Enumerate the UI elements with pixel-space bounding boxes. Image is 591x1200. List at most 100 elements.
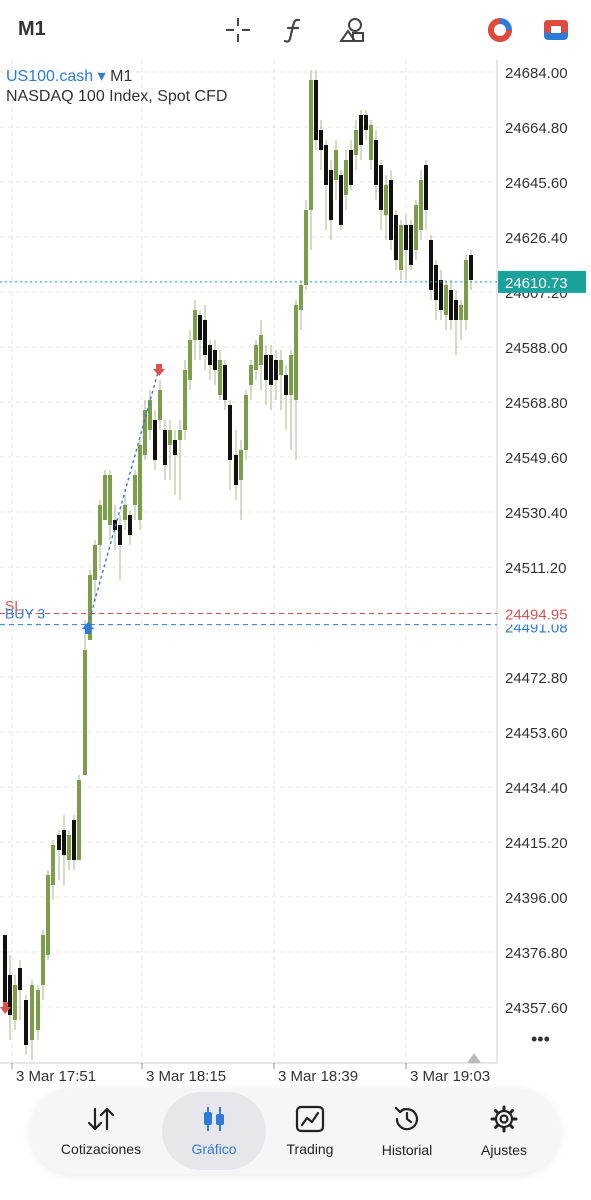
candle-body xyxy=(429,240,433,290)
price-tick-label: 24626.40 xyxy=(505,230,568,247)
bottom-navigation: Cotizaciones Gráfico Trading Historial A… xyxy=(30,1088,560,1174)
candle-body xyxy=(339,175,343,225)
nav-trading[interactable]: Trading xyxy=(266,1092,354,1170)
candle-body xyxy=(173,440,177,455)
current-price-label: 24610.73 xyxy=(505,275,568,292)
candle-body xyxy=(244,395,248,450)
price-tick-label: 24396.00 xyxy=(505,890,568,907)
candle-body xyxy=(178,430,182,440)
function-icon[interactable] xyxy=(276,12,312,48)
symbol-dropdown-icon[interactable]: ▾ xyxy=(98,68,106,85)
candle-body xyxy=(359,115,363,145)
price-tick-label: 24415.20 xyxy=(505,835,568,852)
symbol-description: NASDAQ 100 Index, Spot CFD xyxy=(6,88,228,105)
candle-body xyxy=(123,505,127,520)
candle-body xyxy=(188,340,192,380)
candle-body xyxy=(234,455,238,485)
quotes-icon xyxy=(87,1107,115,1131)
candle-body xyxy=(379,165,383,210)
candle-body xyxy=(274,360,278,380)
account-colors-icon[interactable] xyxy=(482,12,518,48)
candle-body xyxy=(118,525,122,545)
nav-settings[interactable]: Ajustes xyxy=(460,1092,548,1170)
chart-area[interactable]: SL BUY 3 24684.00 24664.80 24645.60 24626.40… xyxy=(0,60,591,1090)
candle-body xyxy=(409,225,413,265)
nav-history[interactable]: Historial xyxy=(360,1092,454,1170)
candle-body xyxy=(469,255,473,280)
candle-body xyxy=(329,170,333,220)
candle-body xyxy=(364,115,368,130)
buy-entry-arrow-icon xyxy=(82,622,94,634)
candle-body xyxy=(108,475,112,525)
trade-icon[interactable] xyxy=(538,12,574,48)
price-tick-label: 24549.60 xyxy=(505,450,568,467)
price-tick-label: 24434.40 xyxy=(505,780,568,797)
nav-chart-label: Gráfico xyxy=(191,1141,237,1157)
candle-body xyxy=(213,350,217,370)
candle-body xyxy=(304,210,308,285)
candle-body xyxy=(389,180,393,240)
buy-order-label: BUY 3 xyxy=(5,606,45,622)
symbol-timeframe: M1 xyxy=(110,68,133,85)
candle-body xyxy=(153,420,157,460)
history-icon xyxy=(394,1106,419,1131)
candle-body xyxy=(193,310,197,340)
candle-body xyxy=(13,985,17,1020)
candle-body xyxy=(354,130,358,155)
candle-body xyxy=(62,830,66,855)
candle-body xyxy=(439,280,443,310)
price-tick-label: 24684.00 xyxy=(505,65,568,82)
candle-body xyxy=(138,445,142,520)
candle-body xyxy=(414,205,418,250)
price-tick-label: 24511.20 xyxy=(505,560,566,577)
price-tick-label: 24453.60 xyxy=(505,725,568,742)
candle-body xyxy=(198,315,202,340)
crosshair-icon[interactable] xyxy=(220,12,256,48)
nav-trading-label: Trading xyxy=(286,1141,334,1157)
nav-quotes[interactable]: Cotizaciones xyxy=(46,1092,156,1170)
candle-body xyxy=(269,355,273,385)
price-tick-label: 24645.60 xyxy=(505,175,568,192)
settings-icon xyxy=(490,1105,518,1133)
objects-icon[interactable] xyxy=(334,12,370,48)
time-tick-label: 3 Mar 18:15 xyxy=(146,1068,226,1085)
price-tick-label: 24376.80 xyxy=(505,945,568,962)
price-tick-label: 24588.00 xyxy=(505,340,568,357)
candle-body xyxy=(24,1000,28,1045)
candle-body xyxy=(93,545,97,580)
candle-body xyxy=(374,140,378,185)
candle-body xyxy=(98,505,102,545)
candle-body xyxy=(133,475,137,505)
candle-body xyxy=(77,780,81,860)
more-options-icon[interactable]: ••• xyxy=(531,1029,550,1049)
candle-body xyxy=(3,935,7,1010)
candle-body xyxy=(444,285,448,315)
candle-body xyxy=(46,875,50,955)
symbol-header[interactable]: US100.cash ▾ M1 xyxy=(6,66,132,86)
price-tick-label: 24357.60 xyxy=(505,1000,568,1017)
candle-body xyxy=(289,355,293,395)
scroll-to-end-icon[interactable] xyxy=(467,1053,481,1063)
nav-chart[interactable]: Gráfico xyxy=(162,1092,266,1170)
candle-body xyxy=(51,845,55,885)
candle-body xyxy=(299,285,303,310)
sell-exit-arrow-icon xyxy=(153,364,165,376)
candle-body xyxy=(203,320,207,355)
nav-history-label: Historial xyxy=(381,1142,433,1158)
candle-body xyxy=(419,180,423,230)
timeframe-button[interactable]: M1 xyxy=(18,18,46,41)
trading-icon xyxy=(295,1105,325,1133)
candle-body xyxy=(57,835,61,850)
candle-body xyxy=(344,160,348,195)
candle-body xyxy=(158,390,162,420)
price-chart[interactable]: SLBUY 3 24684.0024664.8024645.6024626.40… xyxy=(0,60,591,1090)
candle-body xyxy=(218,360,222,395)
chart-icon xyxy=(204,1107,224,1131)
candle-body xyxy=(399,225,403,270)
candle-body xyxy=(41,935,45,985)
candle-body xyxy=(404,225,408,250)
candle-body xyxy=(369,125,373,160)
symbol-name[interactable]: US100.cash xyxy=(6,68,93,85)
price-tick-label: 24664.80 xyxy=(505,120,568,137)
nav-settings-label: Ajustes xyxy=(481,1142,527,1158)
